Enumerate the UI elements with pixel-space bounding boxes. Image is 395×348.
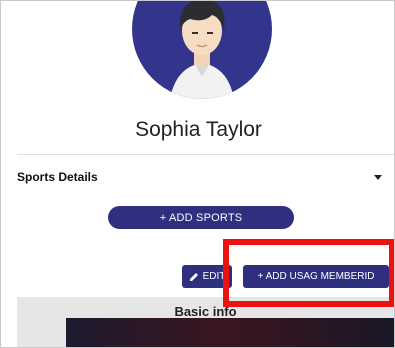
section-title: Sports Details	[17, 170, 98, 184]
highlight-box	[223, 239, 394, 307]
overlay-panel	[66, 318, 394, 347]
profile-card: Sophia Taylor Sports Details + ADD SPORT…	[0, 0, 395, 348]
pencil-icon	[189, 272, 198, 281]
user-name: Sophia Taylor	[135, 118, 262, 141]
caret-down-icon[interactable]	[374, 174, 382, 180]
sports-details-header[interactable]: Sports Details	[17, 155, 388, 199]
avatar	[132, 1, 272, 99]
add-sports-button[interactable]: + ADD SPORTS	[108, 206, 294, 229]
edit-button-label: EDIT	[202, 271, 226, 282]
avatar-circle	[132, 1, 272, 99]
user-avatar-icon	[170, 1, 234, 99]
